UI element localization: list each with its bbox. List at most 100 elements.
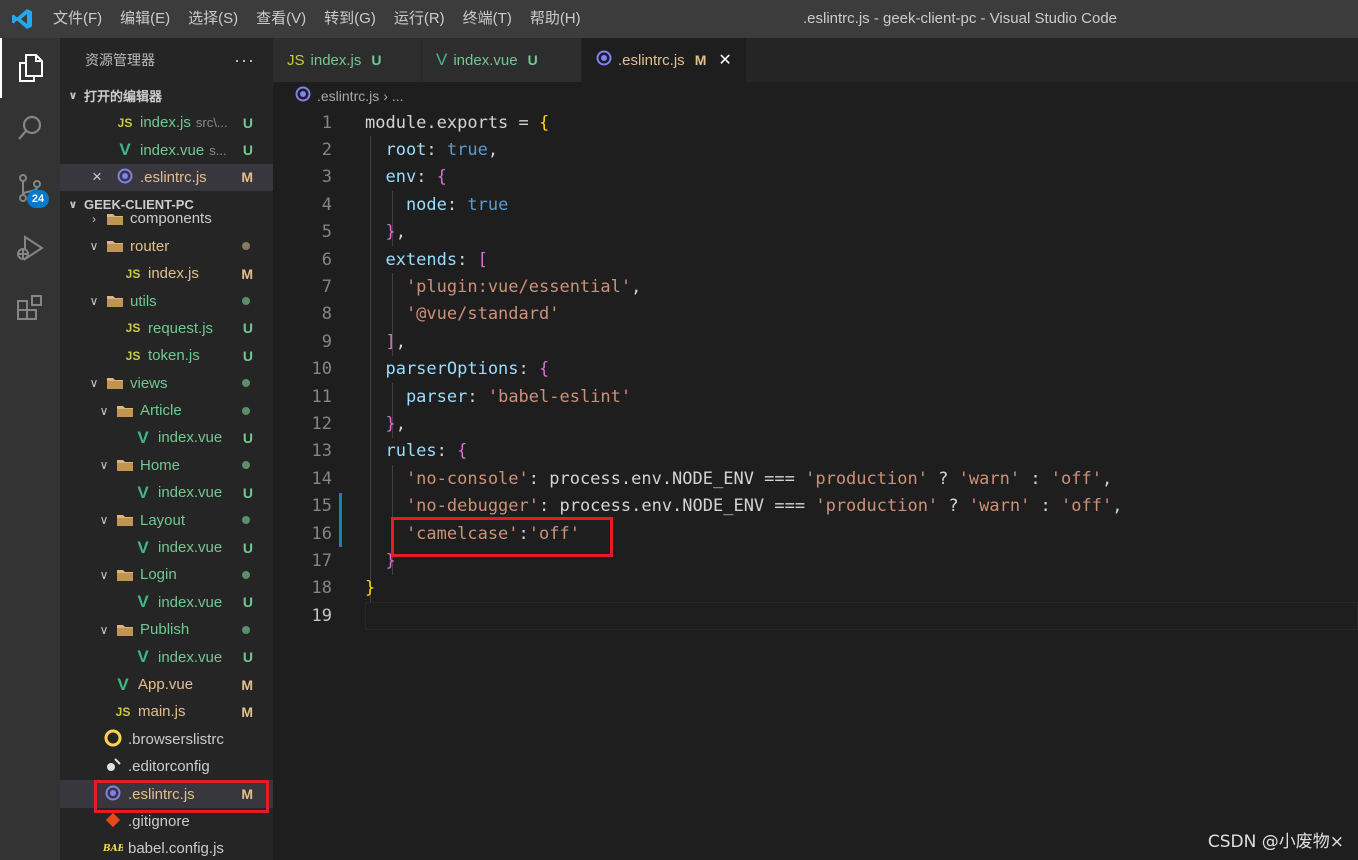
- line-number: 8: [321, 304, 332, 325]
- close-icon[interactable]: ×: [92, 167, 102, 187]
- source-control-icon[interactable]: 24: [0, 158, 60, 218]
- search-icon[interactable]: [0, 98, 60, 158]
- code-token: {: [539, 359, 550, 380]
- file-item[interactable]: JS request.js U: [60, 315, 273, 342]
- line-number: 6: [321, 249, 332, 270]
- code-line: 8 '@vue/standard': [273, 301, 1358, 328]
- tab-label: .eslintrc.js: [618, 51, 685, 69]
- code-line: 6 extends: [: [273, 246, 1358, 273]
- folder-item[interactable]: ∨ utils: [60, 287, 273, 314]
- breadcrumb-file[interactable]: .eslintrc.js: [317, 88, 379, 104]
- file-name: Home: [140, 456, 181, 474]
- status-dot-icon: [242, 242, 250, 251]
- code-line: 3 env: {: [273, 164, 1358, 191]
- folder-icon: [114, 404, 136, 418]
- js-file-icon: JS: [125, 321, 141, 336]
- folder-item[interactable]: ∨ router: [60, 233, 273, 260]
- git-icon: [102, 811, 124, 832]
- git-status-badge: U: [242, 649, 253, 666]
- file-item[interactable]: .editorconfig: [60, 753, 273, 780]
- tab-indexjs[interactable]: JS index.js U: [273, 38, 422, 82]
- menu-item[interactable]: 选择(S): [179, 0, 247, 38]
- menu-item[interactable]: 运行(R): [385, 0, 454, 38]
- run-debug-icon[interactable]: [0, 218, 60, 278]
- folder-item[interactable]: › components: [60, 205, 273, 232]
- file-item[interactable]: JS index.js M: [60, 260, 273, 287]
- tab-eslintrcjs[interactable]: .eslintrc.js M ✕: [582, 38, 747, 82]
- more-actions-icon[interactable]: ···: [234, 50, 255, 71]
- file-item[interactable]: BABEL babel.config.js: [60, 835, 273, 860]
- code-text: parser: 'babel-eslint': [365, 387, 631, 407]
- git-status-badge: U: [242, 539, 253, 556]
- open-editor-item[interactable]: × .eslintrc.js M: [60, 163, 273, 192]
- file-name: index.vue: [158, 593, 223, 611]
- folder-icon: [104, 376, 126, 390]
- file-item[interactable]: Vindex.vue U: [60, 534, 273, 561]
- js-file-icon: JS: [125, 266, 141, 281]
- file-name: .eslintrc.js: [140, 168, 207, 186]
- code-token: parser: [365, 386, 468, 407]
- folder-item[interactable]: ∨ Layout: [60, 506, 273, 533]
- file-name: index.vue: [158, 484, 223, 502]
- open-editor-item[interactable]: Vindex.vue s... U: [60, 136, 273, 163]
- code-editor[interactable]: 1 module.exports = {2 root: true, 3 env: {…: [273, 109, 1358, 860]
- code-line: 9 ],: [273, 328, 1358, 355]
- file-item[interactable]: Vindex.vue U: [60, 424, 273, 451]
- tab-indexvue[interactable]: Vindex.vue U: [422, 38, 582, 82]
- code-text: },: [365, 222, 406, 242]
- folder-icon: [104, 212, 126, 226]
- folder-item[interactable]: ∨ views: [60, 370, 273, 397]
- js-file-icon: JS: [287, 51, 305, 69]
- line-number: 16: [311, 523, 332, 544]
- menu-item[interactable]: 帮助(H): [521, 0, 590, 38]
- code-token: }: [365, 578, 376, 599]
- git-status-badge: M: [241, 265, 253, 282]
- code-line: 14 'no-console': process.env.NODE_ENV ==…: [273, 465, 1358, 492]
- file-item[interactable]: Vindex.vue U: [60, 589, 273, 616]
- code-text: rules: {: [365, 441, 467, 461]
- menu-bar: 文件(F) 编辑(E) 选择(S) 查看(V) 转到(G) 运行(R) 终端(T) 帮助(H): [44, 0, 590, 38]
- menu-item[interactable]: 查看(V): [247, 0, 315, 38]
- file-item[interactable]: JS main.js M: [60, 698, 273, 725]
- code-text: env: {: [365, 167, 446, 187]
- menu-item[interactable]: 转到(G): [315, 0, 385, 38]
- code-line: 7 'plugin:vue/essential',: [273, 273, 1358, 300]
- file-name: views: [130, 374, 168, 392]
- code-token: ,: [1101, 468, 1113, 489]
- line-number: 2: [321, 140, 332, 161]
- file-tree: › components ∨ router JS index.js M ∨ utils JS req…: [60, 205, 273, 860]
- breadcrumb-rest[interactable]: ...: [392, 88, 404, 104]
- code-text: },: [365, 414, 406, 434]
- open-editors-list: JS index.js src\... U Vindex.vue s... U × .eslin…: [60, 109, 273, 192]
- explorer-icon[interactable]: [0, 38, 60, 98]
- folder-item[interactable]: ∨ Home: [60, 452, 273, 479]
- status-dot-icon: [242, 461, 250, 470]
- code-text: 'no-console': process.env.NODE_ENV === '…: [365, 469, 1112, 489]
- extensions-icon[interactable]: [0, 278, 60, 338]
- file-item[interactable]: Vindex.vue U: [60, 643, 273, 670]
- file-item[interactable]: JS token.js U: [60, 342, 273, 369]
- file-item[interactable]: Vindex.vue U: [60, 479, 273, 506]
- code-token: 'off': [1050, 468, 1102, 489]
- code-token: rules: [365, 441, 437, 462]
- file-name: index.vue: [140, 141, 205, 159]
- menu-item[interactable]: 终端(T): [454, 0, 521, 38]
- open-editors-section[interactable]: ∨ 打开的编辑器: [60, 82, 273, 109]
- eslint-icon: [114, 168, 136, 187]
- open-editor-item[interactable]: JS index.js src\... U: [60, 109, 273, 136]
- menu-item[interactable]: 文件(F): [44, 0, 111, 38]
- code-line: 15 'no-debugger': process.env.NODE_ENV =…: [273, 493, 1358, 520]
- code-token: extends: [365, 249, 458, 270]
- title-bar: 文件(F) 编辑(E) 选择(S) 查看(V) 转到(G) 运行(R) 终端(T) 帮助(H)…: [0, 0, 1358, 38]
- folder-item[interactable]: ∨ Article: [60, 397, 273, 424]
- folder-item[interactable]: ∨ Login: [60, 561, 273, 588]
- file-item[interactable]: V App.vue M: [60, 671, 273, 698]
- vue-file-icon: V: [137, 592, 149, 612]
- menu-item[interactable]: 编辑(E): [111, 0, 179, 38]
- file-item[interactable]: .browserslistrc: [60, 726, 273, 753]
- watermark: CSDN @小废物×: [1207, 832, 1344, 852]
- close-icon[interactable]: ✕: [718, 50, 731, 70]
- file-name: Publish: [140, 621, 190, 639]
- folder-item[interactable]: ∨ Publish: [60, 616, 273, 643]
- eslint-icon: [295, 86, 311, 105]
